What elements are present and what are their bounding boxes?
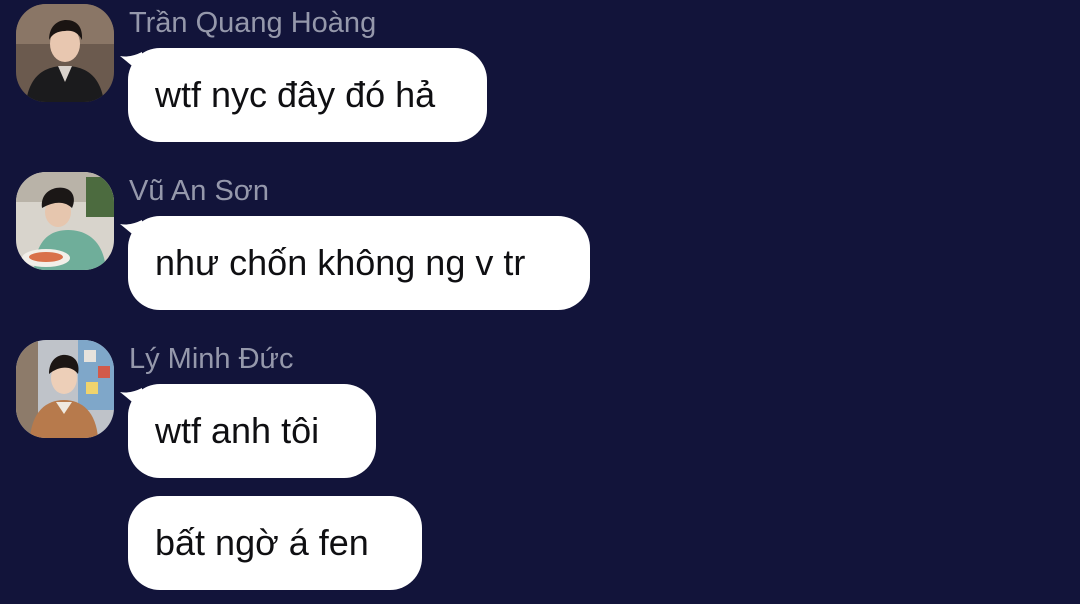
sender-name: Vũ An Sơn <box>129 175 269 207</box>
sender-name: Lý Minh Đức <box>129 343 294 375</box>
message-text: bất ngờ á fen <box>155 522 369 563</box>
avatar-photo <box>16 340 114 438</box>
avatar-photo <box>16 4 114 102</box>
chat-thread: Trần Quang Hoàng wtf nyc đây đó hả Vũ An… <box>0 0 1080 604</box>
avatar-photo <box>16 172 114 270</box>
message-bubble[interactable]: wtf nyc đây đó hả <box>128 48 487 142</box>
message-text: như chốn không ng v tr <box>155 242 526 283</box>
message-text: wtf anh tôi <box>155 410 320 451</box>
avatar-ly-minh-duc[interactable] <box>16 340 114 438</box>
message-bubble[interactable]: bất ngờ á fen <box>128 496 422 590</box>
sender-name: Trần Quang Hoàng <box>129 7 377 39</box>
message-text: wtf nyc đây đó hả <box>155 74 436 115</box>
message-bubble[interactable]: wtf anh tôi <box>128 384 376 478</box>
avatar-tran-quang-hoang[interactable] <box>16 4 114 102</box>
message-bubble[interactable]: như chốn không ng v tr <box>128 216 590 310</box>
avatar-vu-an-son[interactable] <box>16 172 114 270</box>
